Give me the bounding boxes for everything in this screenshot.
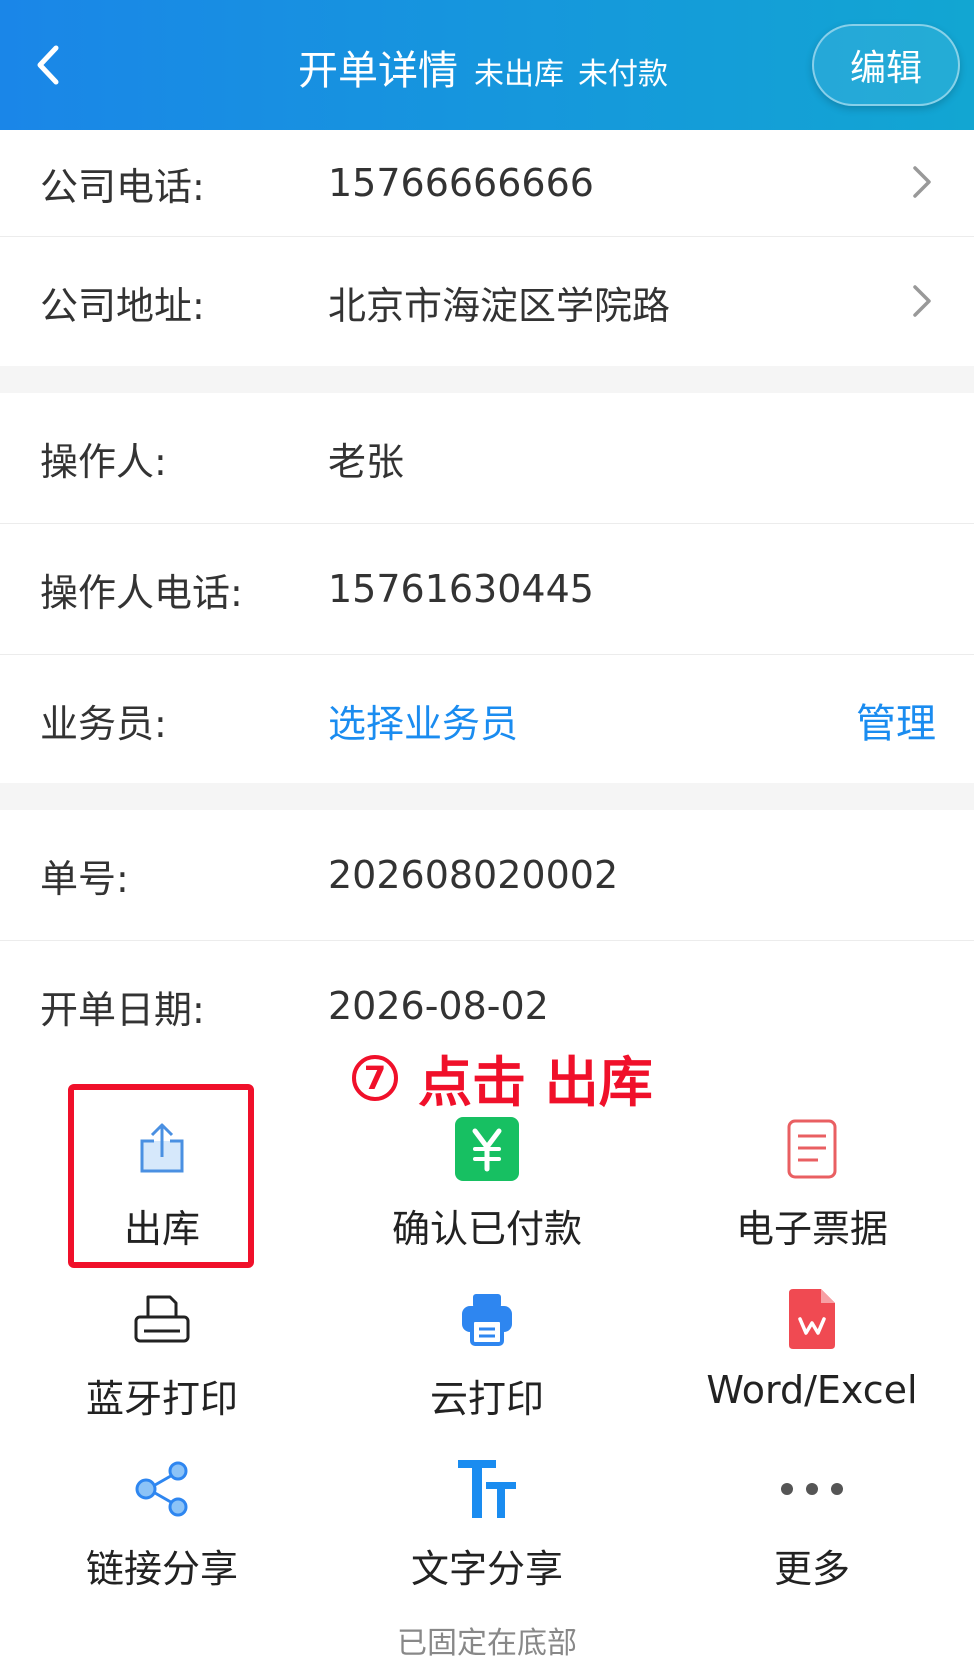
cloud-print-icon [452,1284,522,1354]
more-icon [777,1454,847,1524]
order-number-row: 单号: 202608020002 [0,810,974,941]
company-phone-value: 15766666666 [328,161,594,205]
company-phone-label: 公司电话: [40,164,205,209]
order-section: 单号: 202608020002 开单日期: 2026-08-02 [0,810,974,1070]
select-salesman-link[interactable]: 选择业务员 [328,655,518,785]
page-title: 开单详情 [298,48,458,94]
chevron-right-icon [913,285,931,317]
operator-phone-row: 操作人电话: 15761630445 [0,524,974,655]
company-address-row[interactable]: 公司地址: 北京市海淀区学院路 [0,237,974,367]
word-excel-button[interactable]: Word/Excel [650,1240,974,1412]
text-icon [452,1454,522,1524]
share-icon [127,1454,197,1524]
tutorial-annotation: 7 点击 出库 [352,1038,653,1117]
operator-name-value: 老张 [328,439,405,484]
order-number-value: 202608020002 [328,853,619,897]
stock-status: 未出库 [474,57,564,92]
operator-name-label: 操作人: [40,439,167,484]
company-address-value: 北京市海淀区学院路 [328,283,671,328]
payment-status: 未付款 [578,57,668,92]
operator-section: 操作人: 老张 操作人电话: 15761630445 业务员: 选择业务员 管理 [0,393,974,783]
printer-icon [127,1284,197,1354]
action-label: 链接分享 [85,1547,238,1591]
text-share-button[interactable]: 文字分享 [325,1410,649,1591]
e-receipt-button[interactable]: 电子票据 [650,1070,974,1251]
action-label: 更多 [773,1547,850,1591]
word-icon [777,1284,847,1354]
company-phone-row[interactable]: 公司电话: 15766666666 [0,130,974,237]
more-button[interactable]: 更多 [650,1410,974,1591]
order-date-label: 开单日期: [40,987,205,1032]
document-icon [777,1114,847,1184]
step-number: 7 [352,1054,398,1101]
action-label: Word/Excel [706,1368,918,1412]
edit-button[interactable]: 编辑 [812,24,960,106]
chevron-right-icon [913,166,931,198]
action-label: 文字分享 [410,1547,563,1591]
app-header: 开单详情 未出库 未付款 编辑 [0,0,974,130]
order-number-label: 单号: [40,856,129,901]
manage-salesman-link[interactable]: 管理 [856,655,936,785]
header-title-group: 开单详情 未出库 未付款 [298,38,668,96]
operator-phone-value: 15761630445 [328,567,594,611]
yuan-icon [452,1114,522,1184]
operator-phone-label: 操作人电话: [40,570,243,615]
company-section: 公司电话: 15766666666 公司地址: 北京市海淀区学院路 [0,130,974,366]
salesman-row: 业务员: 选择业务员 管理 [0,655,974,785]
company-address-label: 公司地址: [40,283,205,328]
salesman-label: 业务员: [40,701,167,746]
annotation-text: 点击 出库 [418,1051,653,1114]
back-arrow-icon[interactable] [30,38,70,92]
pinned-note: 已固定在底部 [397,1626,577,1661]
link-share-button[interactable]: 链接分享 [0,1410,324,1591]
operator-name-row: 操作人: 老张 [0,393,974,524]
highlight-box [68,1084,254,1268]
cloud-print-button[interactable]: 云打印 [325,1240,649,1421]
